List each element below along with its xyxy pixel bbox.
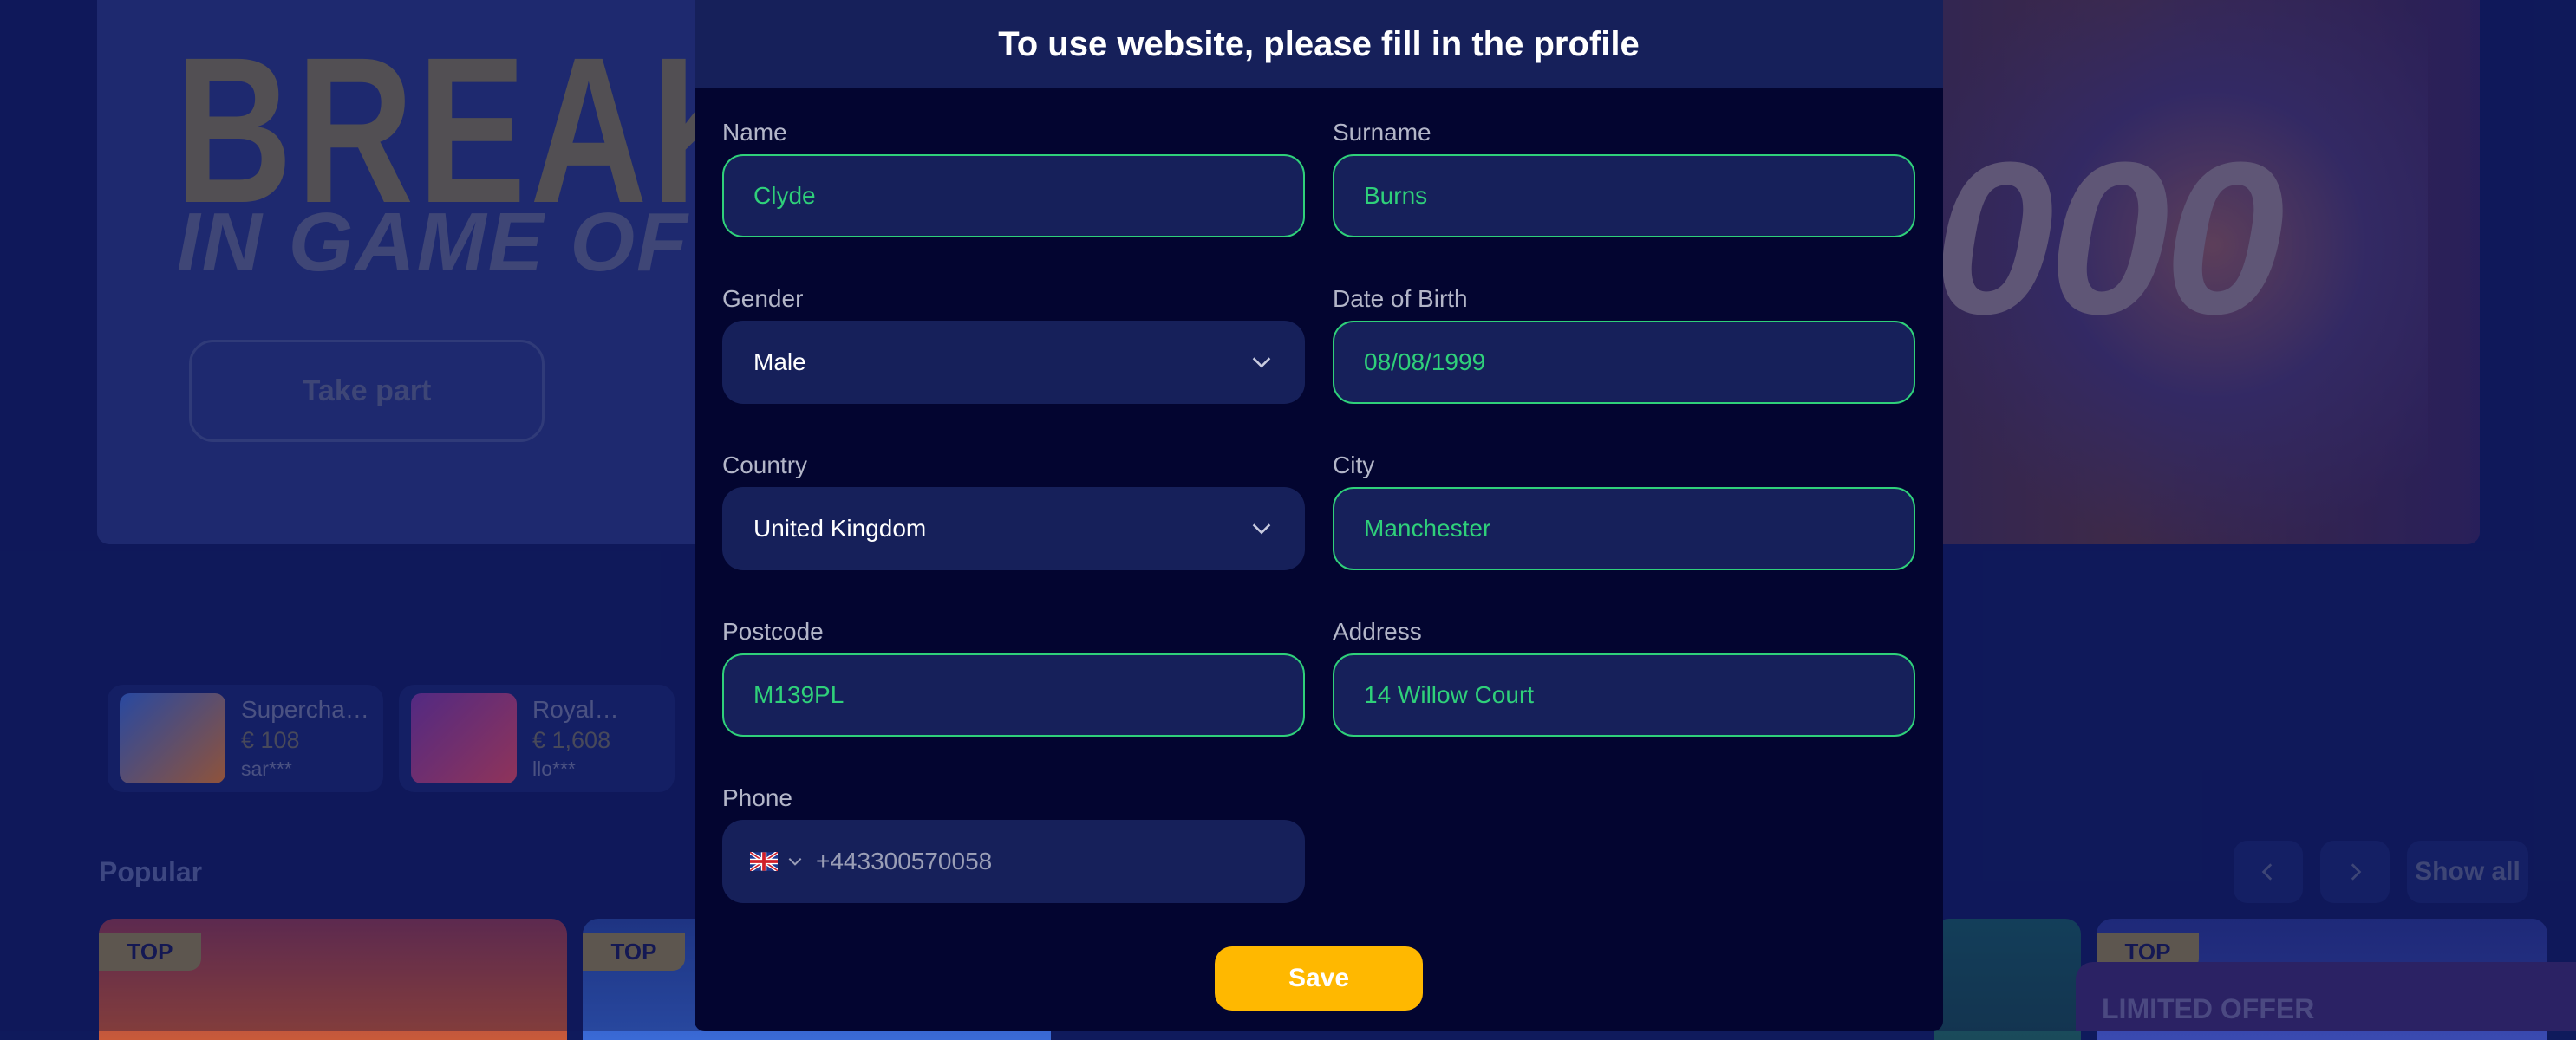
gender-field-group: Gender Male xyxy=(722,277,1305,404)
postcode-label: Postcode xyxy=(722,618,824,645)
surname-field-group: Surname Burns xyxy=(1333,111,1915,237)
city-label: City xyxy=(1333,452,1375,478)
chevron-down-icon xyxy=(1252,523,1271,535)
surname-input[interactable]: Burns xyxy=(1333,154,1915,237)
country-label: Country xyxy=(722,452,808,478)
modal-title: To use website, please fill in the profi… xyxy=(998,24,1640,63)
city-input[interactable]: Manchester xyxy=(1333,487,1915,570)
name-label: Name xyxy=(722,119,787,146)
country-code-selector[interactable] xyxy=(750,852,804,871)
country-value: United Kingdom xyxy=(753,515,927,542)
dob-field-group: Date of Birth 08/08/1999 xyxy=(1333,277,1915,404)
city-field-group: City Manchester xyxy=(1333,444,1915,570)
postcode-field-group: Postcode M139PL xyxy=(722,610,1305,737)
save-button[interactable]: Save xyxy=(1215,946,1423,1011)
gender-label: Gender xyxy=(722,285,804,312)
phone-value: +443300570058 xyxy=(816,848,993,874)
address-input[interactable]: 14 Willow Court xyxy=(1333,653,1915,737)
name-input[interactable]: Clyde xyxy=(722,154,1305,237)
postcode-input[interactable]: M139PL xyxy=(722,653,1305,737)
address-label: Address xyxy=(1333,618,1422,645)
phone-field-group: Phone +443300570058 xyxy=(722,777,1305,903)
phone-label: Phone xyxy=(722,784,792,811)
chevron-down-icon xyxy=(1252,357,1271,368)
phone-input[interactable]: +443300570058 xyxy=(722,820,1305,903)
country-select[interactable]: United Kingdom xyxy=(722,487,1305,570)
gender-value: Male xyxy=(753,348,806,375)
surname-label: Surname xyxy=(1333,119,1431,146)
dob-input[interactable]: 08/08/1999 xyxy=(1333,321,1915,404)
name-field-group: Name Clyde xyxy=(722,111,1305,237)
address-field-group: Address 14 Willow Court xyxy=(1333,610,1915,737)
chevron-down-icon xyxy=(788,857,802,866)
modal-header: To use website, please fill in the profi… xyxy=(695,0,1943,88)
gender-select[interactable]: Male xyxy=(722,321,1305,404)
country-field-group: Country United Kingdom xyxy=(722,444,1305,570)
uk-flag-icon xyxy=(750,852,778,871)
profile-modal: To use website, please fill in the profi… xyxy=(695,0,1943,1031)
dob-label: Date of Birth xyxy=(1333,285,1468,312)
